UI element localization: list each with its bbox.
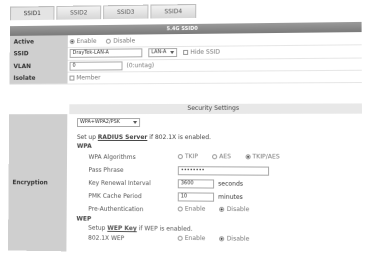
- isolate-member-checkbox[interactable]: [69, 75, 75, 81]
- radio-off-icon: [177, 235, 183, 241]
- vlan-label: VLAN: [9, 59, 68, 73]
- wep-setup-prefix: Setup: [88, 224, 106, 232]
- radio-on-icon: [69, 38, 75, 44]
- key-renewal-unit: seconds: [218, 180, 244, 188]
- vlan-hint: (0:untag): [126, 61, 155, 69]
- wep-8021x-label: 802.1X WEP: [88, 234, 125, 243]
- hide-ssid-label: Hide SSID: [190, 48, 221, 56]
- pre-auth-enable-radio[interactable]: Enable: [177, 205, 206, 213]
- encryption-label: Encryption: [7, 114, 68, 252]
- hide-ssid-checkbox[interactable]: [183, 49, 189, 55]
- wep-setup-line: Setup WEP Key if WEP is enabled.: [88, 225, 192, 233]
- pmk-cache-label: PMK Cache Period: [88, 192, 142, 201]
- ssid-input[interactable]: DrayTek-LAN-A: [69, 48, 143, 58]
- radio-off-icon: [177, 154, 183, 160]
- tab-ssid4[interactable]: SSID4: [150, 3, 197, 19]
- wpa-alg-tkip-label: TKIP: [184, 153, 198, 161]
- radio-on-icon: [245, 154, 251, 160]
- radius-setup-suffix: if 802.1X is enabled.: [149, 133, 212, 142]
- pre-auth-disable-label: Disable: [226, 205, 250, 214]
- encryption-mode-select[interactable]: WPA+WPA2/PSK: [77, 118, 141, 128]
- tab-ssid3[interactable]: SSID3: [103, 4, 149, 20]
- wpa-algorithms-options: TKIP AES TKIP/AES: [177, 153, 290, 161]
- wpa-title: WPA: [76, 142, 92, 150]
- tab-ssid1[interactable]: SSID1: [10, 6, 55, 21]
- wep-8021x-enable-radio[interactable]: Enable: [177, 234, 206, 243]
- key-renewal-input[interactable]: 3600: [177, 179, 215, 189]
- active-label: Active: [9, 35, 68, 48]
- radio-on-icon: [219, 206, 225, 212]
- active-enable-radio[interactable]: Enable: [69, 37, 97, 45]
- wpa-alg-tkip-aes-radio[interactable]: TKIP/AES: [245, 153, 280, 161]
- ssid-label: SSID: [9, 47, 68, 61]
- radio-on-icon: [219, 236, 225, 242]
- radio-off-icon: [177, 206, 183, 212]
- wpa-alg-tkip-aes-label: TKIP/AES: [252, 153, 280, 161]
- pass-phrase-label: Pass Phrase: [88, 166, 124, 174]
- wpa-algorithms-label: WPA Algorithms: [88, 153, 136, 161]
- radius-server-link[interactable]: RADIUS Server: [98, 134, 148, 141]
- pass-phrase-input[interactable]: ••••••••: [177, 166, 270, 176]
- vlan-input[interactable]: 0: [69, 60, 123, 71]
- wep-setup-suffix: if WEP is enabled.: [138, 225, 193, 233]
- pmk-cache-input[interactable]: 10: [177, 192, 215, 202]
- wpa-alg-aes-label: AES: [219, 153, 232, 161]
- radius-setup-line: Set up RADIUS Server if 802.1X is enable…: [77, 134, 211, 141]
- pre-auth-label: Pre-Authentication: [88, 205, 144, 214]
- lan-select[interactable]: LAN-A: [148, 48, 178, 58]
- row-isolate: Isolate Member: [9, 69, 362, 85]
- active-disable-radio[interactable]: Disable: [106, 37, 135, 44]
- pre-auth-disable-radio[interactable]: Disable: [219, 205, 250, 214]
- key-renewal-label: Key Renewal Interval: [88, 179, 151, 188]
- isolate-label: Isolate: [9, 71, 68, 84]
- ssid-tabs: SSID1 SSID2 SSID3 SSID4: [10, 3, 198, 21]
- wep-8021x-disable-label: Disable: [226, 235, 250, 243]
- wep-8021x-enable-label: Enable: [184, 234, 206, 243]
- pre-auth-enable-label: Enable: [184, 205, 206, 213]
- pmk-cache-unit: minutes: [218, 193, 243, 201]
- active-enable-label: Enable: [76, 37, 97, 45]
- radius-setup-prefix: Set up: [76, 133, 96, 141]
- radio-off-icon: [212, 154, 218, 160]
- active-disable-label: Disable: [113, 37, 136, 45]
- wep-8021x-disable-radio[interactable]: Disable: [219, 235, 250, 243]
- wep-title: WEP: [76, 215, 92, 223]
- security-settings-header: Security Settings: [69, 103, 362, 115]
- radio-off-icon: [106, 38, 112, 44]
- isolate-member-label: Member: [76, 73, 101, 82]
- wep-key-link[interactable]: WEP Key: [107, 225, 137, 232]
- tab-ssid2[interactable]: SSID2: [56, 5, 102, 20]
- wpa-alg-aes-radio[interactable]: AES: [212, 153, 231, 160]
- settings-panel: SSID1 SSID2 SSID3 SSID4 5.4G SSID0 Activ…: [7, 2, 367, 256]
- encryption-panel: WPA+WPA2/PSK Set up RADIUS Server if 802…: [68, 114, 362, 256]
- wpa-alg-tkip-radio[interactable]: TKIP: [177, 153, 198, 161]
